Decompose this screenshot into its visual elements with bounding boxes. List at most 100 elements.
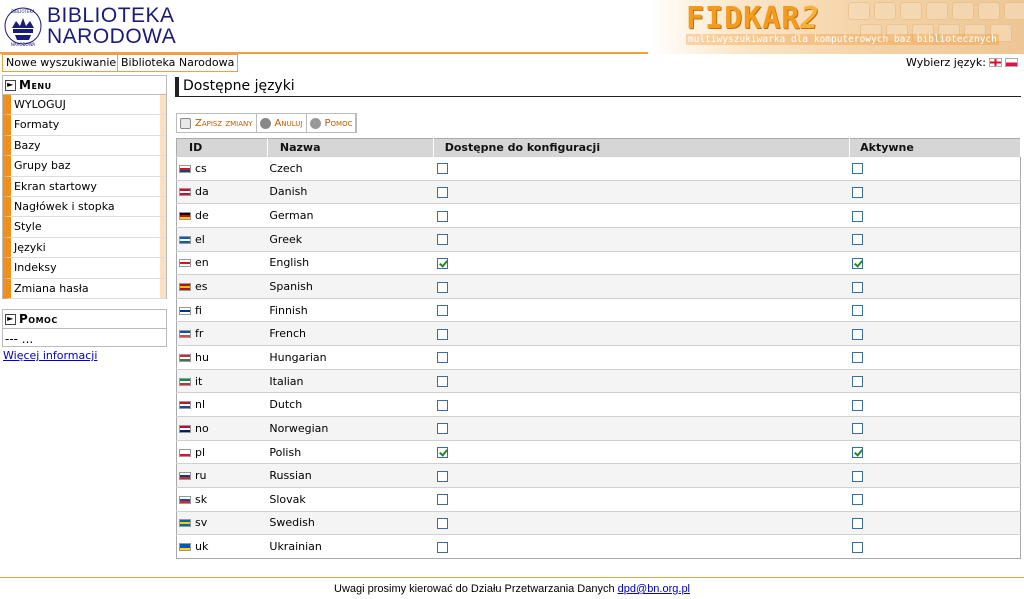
- language-id: uk: [195, 540, 209, 554]
- column-header-active[interactable]: Aktywne: [849, 138, 1021, 157]
- cancel-button[interactable]: Anuluj: [257, 114, 307, 132]
- table-row: uk Ukrainian: [176, 534, 1021, 559]
- sidebar-item-languages[interactable]: Języki: [3, 237, 166, 259]
- available-checkbox[interactable]: [437, 423, 449, 435]
- table-row: el Greek: [176, 226, 1021, 252]
- active-checkbox[interactable]: [851, 281, 863, 293]
- language-id: de: [195, 209, 209, 223]
- language-id-cell: pl: [176, 439, 268, 464]
- available-checkbox[interactable]: [437, 541, 449, 553]
- language-name: Hungarian: [267, 345, 434, 370]
- language-flag-icon: [179, 235, 191, 244]
- sidebar-item-header-footer[interactable]: Nagłówek i stopka: [3, 196, 166, 218]
- language-name: French: [267, 321, 434, 346]
- language-flag-icon: [179, 472, 191, 481]
- active-cell: [849, 156, 1021, 181]
- active-cell: [849, 486, 1021, 512]
- language-id: it: [195, 374, 203, 388]
- more-info-link[interactable]: Więcej informacji: [3, 349, 97, 362]
- active-cell: [849, 463, 1021, 488]
- available-checkbox[interactable]: [437, 210, 449, 222]
- help-label: Pomoc: [324, 117, 353, 129]
- available-cell: [433, 510, 850, 535]
- table-row: no Norwegian: [176, 416, 1021, 441]
- active-checkbox[interactable]: [851, 328, 863, 340]
- active-checkbox[interactable]: [851, 305, 863, 317]
- available-checkbox[interactable]: [437, 447, 449, 458]
- active-checkbox[interactable]: [851, 210, 863, 222]
- active-checkbox[interactable]: [851, 399, 863, 411]
- sidebar-item-styles[interactable]: Style: [3, 217, 166, 238]
- library-logo-text: BIBLIOTEKA NARODOWA: [47, 5, 176, 47]
- available-cell: [433, 321, 850, 346]
- active-checkbox[interactable]: [851, 163, 863, 175]
- active-checkbox[interactable]: [851, 447, 863, 458]
- active-cell: [849, 226, 1021, 252]
- available-checkbox[interactable]: [437, 470, 449, 482]
- column-header-available[interactable]: Dostępne do konfiguracji: [433, 138, 851, 157]
- available-checkbox[interactable]: [437, 328, 449, 340]
- active-checkbox[interactable]: [851, 517, 863, 529]
- help-header: ► Pomoc: [3, 310, 166, 329]
- active-cell: [849, 416, 1021, 441]
- cancel-label: Anuluj: [274, 117, 303, 129]
- active-checkbox[interactable]: [851, 541, 863, 553]
- available-checkbox[interactable]: [437, 352, 449, 364]
- english-flag-icon[interactable]: [989, 58, 1002, 67]
- language-flag-icon: [179, 330, 191, 339]
- sidebar-menu: ► Menu WYLOGUJ Formaty Bazy Grupy baz Ek…: [2, 75, 167, 299]
- active-checkbox[interactable]: [851, 470, 863, 482]
- available-checkbox[interactable]: [437, 305, 449, 317]
- available-cell: [433, 463, 850, 488]
- toolbar: Zapisz zmiany Anuluj Pomoc: [176, 113, 358, 133]
- available-checkbox[interactable]: [437, 399, 449, 411]
- language-flag-icon: [179, 424, 191, 433]
- language-flag-icon: [179, 519, 191, 528]
- sidebar-item-indexes[interactable]: Indeksy: [3, 258, 166, 279]
- active-checkbox[interactable]: [851, 257, 863, 269]
- active-checkbox[interactable]: [851, 376, 863, 388]
- help-button[interactable]: Pomoc: [307, 114, 357, 132]
- active-checkbox[interactable]: [851, 494, 863, 506]
- save-icon: [180, 117, 191, 129]
- language-name: English: [267, 250, 434, 275]
- help-icon: [309, 117, 321, 129]
- sidebar-item-formats[interactable]: Formaty: [3, 115, 166, 136]
- column-header-name[interactable]: Nazwa: [267, 138, 434, 157]
- available-checkbox[interactable]: [437, 494, 449, 506]
- available-checkbox[interactable]: [437, 257, 449, 269]
- sidebar-item-databases[interactable]: Bazy: [3, 135, 166, 157]
- language-id: fr: [195, 327, 204, 341]
- language-id: es: [195, 280, 208, 294]
- sidebar-item-start-screen[interactable]: Ekran startowy: [3, 176, 166, 197]
- polish-flag-icon[interactable]: [1005, 58, 1018, 67]
- table-row: da Danish: [176, 179, 1021, 204]
- save-changes-button[interactable]: Zapisz zmiany: [177, 114, 257, 132]
- active-checkbox[interactable]: [851, 234, 863, 246]
- svg-text:NARODOWA: NARODOWA: [11, 42, 36, 47]
- page-title: Dostępne języki: [175, 77, 1021, 97]
- active-cell: [849, 203, 1021, 228]
- available-checkbox[interactable]: [437, 376, 449, 388]
- new-search-button[interactable]: Nowe wyszukiwanie: [2, 54, 121, 72]
- language-id: fi: [195, 303, 202, 317]
- active-checkbox[interactable]: [851, 423, 863, 435]
- active-checkbox[interactable]: [851, 352, 863, 364]
- available-checkbox[interactable]: [437, 517, 449, 529]
- sidebar-item-change-password[interactable]: Zmiana hasła: [3, 278, 166, 299]
- language-id-cell: ru: [176, 463, 268, 488]
- available-checkbox[interactable]: [437, 163, 449, 175]
- column-header-id[interactable]: ID: [176, 138, 268, 157]
- available-checkbox[interactable]: [437, 281, 449, 293]
- active-checkbox[interactable]: [851, 186, 863, 198]
- sidebar-item-logout[interactable]: WYLOGUJ: [3, 95, 166, 116]
- footer-email-link[interactable]: dpd@bn.org.pl: [618, 583, 690, 595]
- language-id: en: [195, 256, 209, 270]
- language-name: Slovak: [267, 486, 434, 512]
- sidebar-item-database-groups[interactable]: Grupy baz: [3, 156, 166, 177]
- language-name: Greek: [267, 226, 434, 252]
- available-checkbox[interactable]: [437, 186, 449, 198]
- available-checkbox[interactable]: [437, 234, 449, 246]
- library-button[interactable]: Biblioteka Narodowa: [117, 54, 239, 72]
- available-cell: [433, 156, 850, 181]
